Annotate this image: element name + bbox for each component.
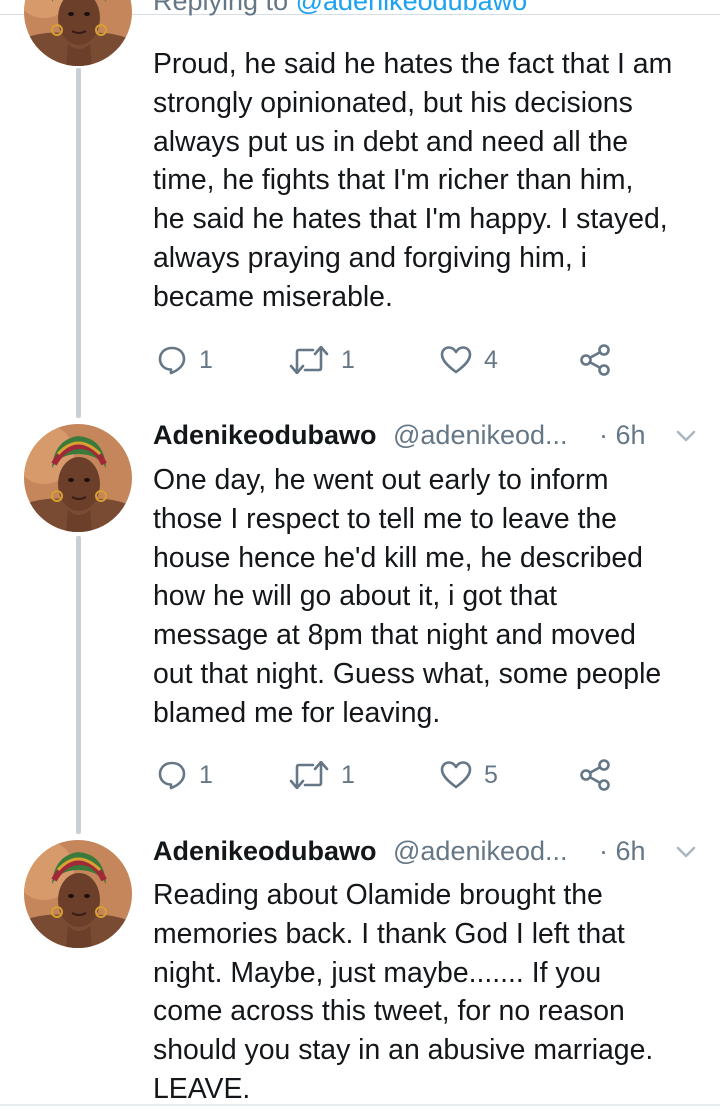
- tweet-text: Reading about Olamide brought the memori…: [153, 876, 698, 1109]
- tweet-text-line: house hence he'd kill me, he described: [153, 541, 643, 574]
- avatar[interactable]: [24, 0, 132, 66]
- tweet-actions: 1 1 5: [153, 755, 623, 795]
- share-button[interactable]: [579, 340, 611, 380]
- thread-line: [76, 68, 81, 418]
- tweet-text-line: became miserable.: [153, 280, 393, 313]
- tweet-text-line: blamed me for leaving.: [153, 696, 441, 729]
- reply-button[interactable]: 1: [157, 755, 213, 795]
- avatar[interactable]: [24, 840, 132, 948]
- user-handle[interactable]: @adenikeod...: [393, 836, 568, 867]
- tweet-text-line: he said he hates that I'm happy. I staye…: [153, 203, 668, 236]
- like-count: 4: [484, 345, 498, 374]
- tweet-text-line: should you stay in an abusive marriage.: [153, 1034, 654, 1067]
- tweet-text: Proud, he said he hates the fact that I …: [153, 45, 698, 317]
- reply-icon: [157, 345, 187, 375]
- tweet-text: One day, he went out early to inform tho…: [153, 461, 698, 733]
- user-handle[interactable]: @adenikeod...: [393, 420, 568, 451]
- retweet-button[interactable]: 1: [289, 340, 355, 380]
- chevron-down-icon[interactable]: [675, 428, 697, 444]
- tweet-text-line: always put us in debt and need all the: [153, 125, 629, 158]
- avatar-image: [24, 424, 132, 532]
- tweet-text-line: strongly opinionated, but his decisions: [153, 86, 633, 119]
- tweet-text-line: Proud, he said he hates the fact that I …: [153, 48, 673, 80]
- share-icon: [579, 759, 611, 791]
- tweet-text-line: memories back. I thank God I left that: [153, 917, 625, 950]
- display-name[interactable]: Adenikeodubawo: [153, 420, 377, 451]
- tweet-text-line: come across this tweet, for no reason: [153, 995, 625, 1028]
- tweet-text-line: message at 8pm that night and moved: [153, 619, 636, 652]
- tweet-actions: 1 1 4: [153, 340, 623, 380]
- share-icon: [579, 344, 611, 376]
- retweet-icon: [289, 346, 329, 374]
- share-button[interactable]: [579, 755, 611, 795]
- retweet-icon: [289, 761, 329, 789]
- tweet-header: Adenikeodubawo @adenikeod... · 6h: [153, 836, 703, 870]
- reply-count: 1: [199, 345, 213, 374]
- tweet-text-line: One day, he went out early to inform: [153, 464, 609, 496]
- tweet-header: Adenikeodubawo @adenikeod... · 6h: [153, 420, 703, 454]
- retweet-count: 1: [341, 760, 355, 789]
- like-button[interactable]: 4: [440, 340, 498, 380]
- retweet-count: 1: [341, 345, 355, 374]
- tweet-text-line: out that night. Guess what, some people: [153, 657, 662, 690]
- heart-icon: [440, 345, 472, 375]
- reply-count: 1: [199, 760, 213, 789]
- heart-icon: [440, 760, 472, 790]
- tweet-text-line: those I respect to tell me to leave the: [153, 502, 617, 535]
- reply-button[interactable]: 1: [157, 340, 213, 380]
- tweet-text-line: Reading about Olamide brought the: [153, 879, 603, 911]
- timestamp[interactable]: · 6h: [599, 420, 646, 451]
- retweet-button[interactable]: 1: [289, 755, 355, 795]
- avatar-image: [24, 0, 132, 66]
- replying-to-label: Replying to: [153, 0, 289, 16]
- tweet-text-line: time, he fights that I'm richer than him…: [153, 164, 634, 197]
- avatar[interactable]: [24, 424, 132, 532]
- thread-line: [76, 536, 81, 834]
- chevron-down-icon[interactable]: [675, 844, 697, 860]
- tweet-text-line: night. Maybe, just maybe....... If you: [153, 956, 602, 989]
- replying-to: Replying to @adenikeodubawo: [153, 0, 527, 17]
- like-count: 5: [484, 760, 498, 789]
- display-name[interactable]: Adenikeodubawo: [153, 836, 377, 867]
- tweet-text-line: LEAVE.: [153, 1072, 251, 1105]
- replying-to-handle[interactable]: @adenikeodubawo: [296, 0, 528, 16]
- timestamp[interactable]: · 6h: [599, 836, 646, 867]
- tweet-text-line: how he will go about it, i got that: [153, 580, 558, 613]
- like-button[interactable]: 5: [440, 755, 498, 795]
- avatar-image: [24, 840, 132, 948]
- tweet-text-line: always praying and forgiving him, i: [153, 241, 587, 274]
- reply-icon: [157, 760, 187, 790]
